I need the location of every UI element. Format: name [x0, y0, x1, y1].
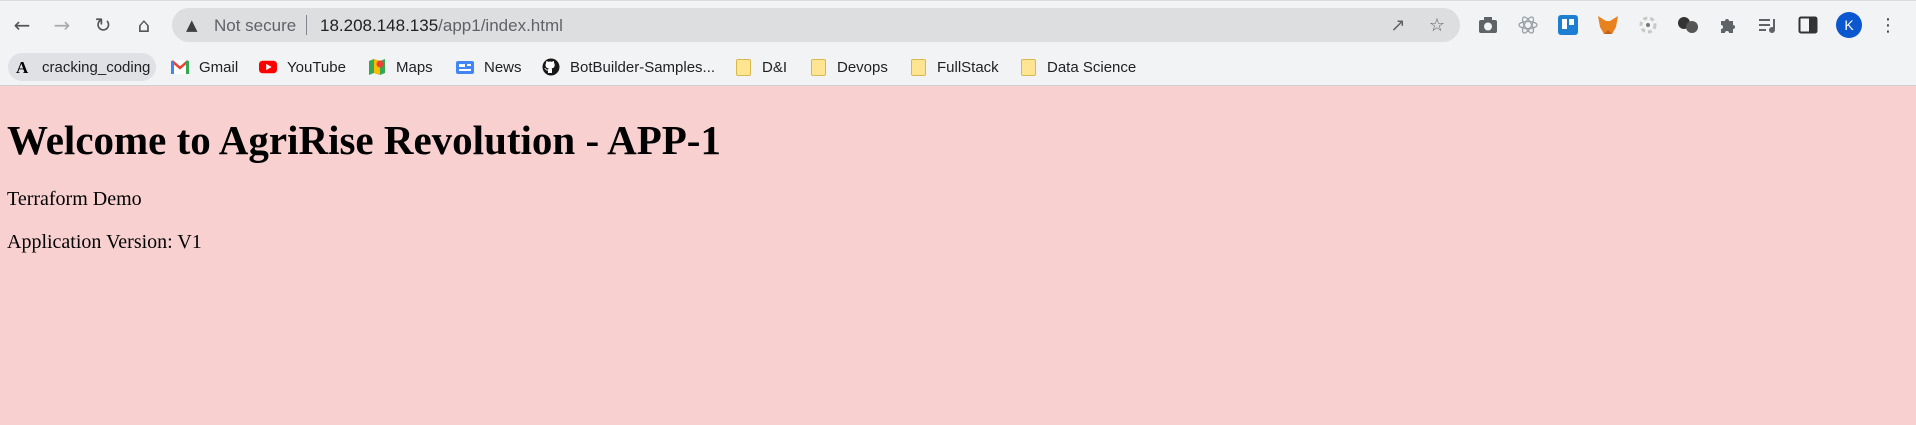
page-content: Welcome to AgriRise Revolution - APP-1 T… — [0, 87, 1916, 425]
bookmark-label: YouTube — [287, 58, 346, 76]
gmail-icon — [171, 58, 189, 76]
star-icon[interactable]: ☆ — [1426, 14, 1448, 36]
bookmark-youtube[interactable]: YouTube — [253, 53, 352, 81]
metamask-fox-icon[interactable] — [1596, 13, 1620, 37]
bookmark-news[interactable]: News — [450, 53, 528, 81]
bookmark-folder-data-science[interactable]: Data Science — [1013, 53, 1142, 81]
browser-toolbar: ← → ↻ ⌂ ▲ Not secure 18.208.148.135/app1… — [0, 0, 1916, 48]
bookmark-label: Data Science — [1047, 58, 1137, 76]
home-icon[interactable]: ⌂ — [130, 11, 158, 39]
omnibox-divider — [306, 15, 307, 35]
kebab-menu-icon[interactable]: ⋮ — [1878, 13, 1898, 37]
url-host: 18.208.148.135 — [320, 16, 439, 35]
bookmark-cracking-coding[interactable]: A cracking_coding — [8, 53, 157, 81]
share-icon[interactable]: ↗ — [1387, 14, 1409, 36]
app-version-text: Application Version: V1 — [7, 231, 202, 253]
back-arrow-icon[interactable]: ← — [8, 11, 36, 39]
bookmark-label: FullStack — [937, 58, 999, 76]
spinner-extension-icon[interactable] — [1636, 13, 1660, 37]
bookmark-label: cracking_coding — [42, 58, 151, 76]
forward-arrow-icon[interactable]: → — [48, 11, 76, 39]
bookmark-label: Maps — [396, 58, 433, 76]
security-label[interactable]: Not secure — [214, 16, 296, 36]
bookmark-folder-di[interactable]: D&I — [728, 53, 793, 81]
folder-icon — [909, 58, 927, 76]
folder-icon — [809, 58, 827, 76]
bookmark-folder-devops[interactable]: Devops — [803, 53, 894, 81]
bookmark-label: BotBuilder-Samples... — [570, 58, 716, 76]
camera-icon[interactable] — [1476, 13, 1500, 37]
bookmark-label: Gmail — [199, 58, 239, 76]
bookmarks-bar: A cracking_coding Gmail YouTube Maps New… — [0, 48, 1916, 86]
news-icon — [456, 58, 474, 76]
github-icon — [542, 58, 560, 76]
folder-icon — [1019, 58, 1037, 76]
media-queue-icon[interactable] — [1756, 13, 1780, 37]
puzzle-extensions-icon[interactable] — [1716, 13, 1740, 37]
warning-icon[interactable]: ▲ — [186, 16, 198, 34]
svg-text:A: A — [16, 58, 29, 76]
bookmark-folder-fullstack[interactable]: FullStack — [903, 53, 1005, 81]
page-subtitle: Terraform Demo — [7, 188, 142, 210]
a-letter-icon: A — [14, 58, 32, 76]
bookmark-label: Devops — [837, 58, 888, 76]
side-panel-icon[interactable] — [1796, 13, 1820, 37]
profile-avatar[interactable]: K — [1836, 12, 1862, 38]
bookmark-label: News — [484, 58, 522, 76]
bookmark-botbuilder-samples[interactable]: BotBuilder-Samples... — [536, 53, 721, 81]
reload-icon[interactable]: ↻ — [89, 11, 117, 39]
folder-icon — [734, 58, 752, 76]
dual-spheres-icon[interactable] — [1676, 13, 1700, 37]
bookmark-maps[interactable]: Maps — [362, 53, 439, 81]
bookmark-label: D&I — [762, 58, 788, 76]
react-devtools-icon[interactable] — [1516, 13, 1540, 37]
maps-icon — [368, 58, 386, 76]
url-path: /app1/index.html — [438, 16, 563, 35]
address-bar[interactable]: ▲ Not secure 18.208.148.135/app1/index.h… — [172, 8, 1460, 42]
youtube-icon — [259, 58, 277, 76]
url-text[interactable]: 18.208.148.135/app1/index.html — [320, 16, 563, 36]
page-title: Welcome to AgriRise Revolution - APP-1 — [7, 117, 721, 163]
trello-icon[interactable] — [1556, 13, 1580, 37]
bookmark-gmail[interactable]: Gmail — [165, 53, 244, 81]
